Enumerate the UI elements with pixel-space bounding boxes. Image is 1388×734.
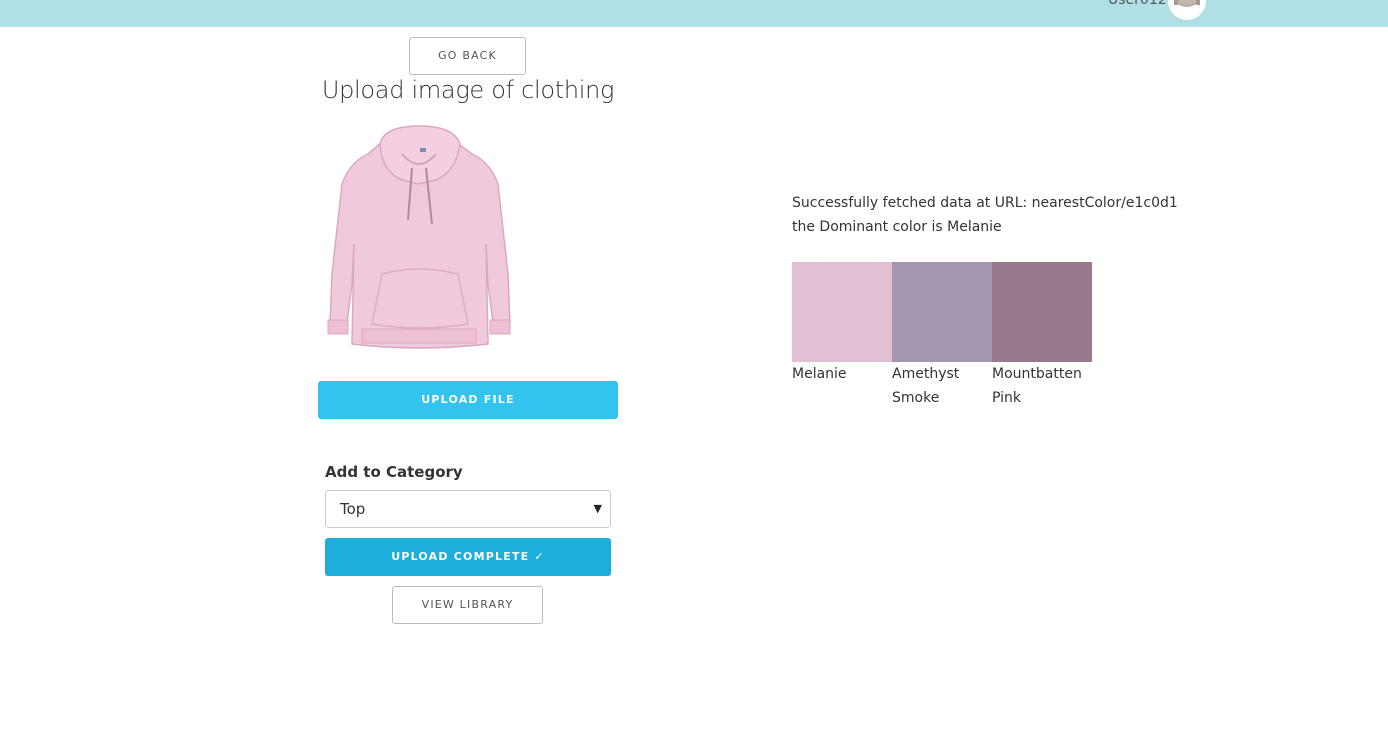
upload-complete-button[interactable]: UPLOAD COMPLETE ✓ [325,538,611,576]
result-status: Successfully fetched data at URL: neares… [792,191,1212,239]
color-swatch-label: Amethyst Smoke [892,366,960,406]
color-swatch [892,262,992,362]
color-swatch-label: Melanie [792,366,847,382]
color-swatch [792,262,892,362]
cat-avatar-icon [1174,0,1200,7]
status-line: Successfully fetched data at URL: neares… [792,195,1178,211]
page-title: Upload image of clothing [321,76,615,104]
dropdown-arrow-icon: ▼ [593,502,602,515]
pink-hoodie-image [327,125,511,349]
top-bar: User012 [0,0,1388,27]
username: User012 [1108,0,1167,8]
upload-file-button[interactable]: UPLOAD FILE [318,381,618,419]
user-avatar[interactable] [1168,0,1206,20]
view-library-button[interactable]: VIEW LIBRARY [392,586,543,624]
color-swatch [992,262,1092,362]
dominant-color-line: the Dominant color is Melanie [792,219,1002,235]
go-back-button[interactable]: GO BACK [409,37,526,75]
category-selected-value: Top [340,500,366,518]
category-label: Add to Category [325,463,463,481]
color-swatch-label: Mountbatten Pink [992,366,1082,406]
category-select[interactable]: Top ▼ [325,490,611,528]
